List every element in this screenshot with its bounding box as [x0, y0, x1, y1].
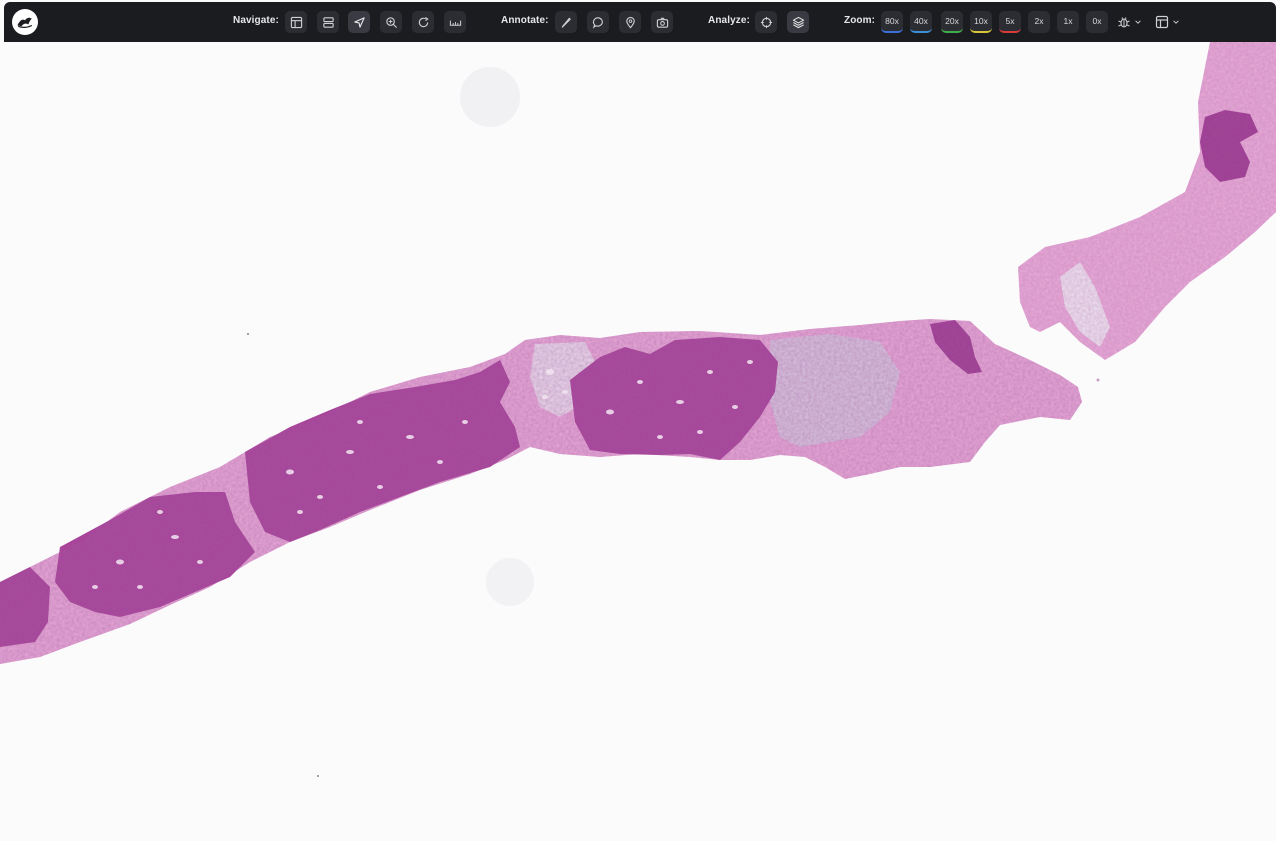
debug-dropdown[interactable]: [1117, 11, 1142, 33]
crosshair-button[interactable]: [755, 11, 777, 33]
comment-icon: [592, 16, 603, 29]
zoom-in-icon: [385, 16, 397, 28]
zoom-0x-button[interactable]: 0x: [1086, 11, 1108, 33]
chevron-down-icon: [1135, 20, 1141, 24]
layers-button[interactable]: [787, 11, 809, 33]
rotate-button[interactable]: [412, 11, 434, 33]
rows-icon: [322, 16, 334, 28]
zoom-80x-button[interactable]: 80x: [881, 11, 903, 33]
chevron-down-icon: [1173, 20, 1179, 24]
pointer-icon: [353, 16, 365, 28]
logo-icon: [17, 17, 33, 29]
ruler-button[interactable]: [444, 11, 466, 33]
pointer-button[interactable]: [348, 11, 370, 33]
slide-speck: [317, 775, 319, 777]
annotate-label: Annotate:: [501, 15, 549, 26]
tissue-texture: [0, 319, 1082, 664]
crosshair-icon: [760, 16, 772, 28]
camera-icon: [656, 17, 668, 28]
layers-icon: [792, 16, 804, 28]
zoom-20x-button[interactable]: 20x: [941, 11, 963, 33]
panel-layout-icon: [1155, 15, 1169, 29]
pen-icon: [561, 17, 571, 28]
panel-layout-dropdown[interactable]: [1155, 11, 1180, 33]
slide-smudge: [460, 67, 520, 127]
slide-viewer[interactable]: [0, 42, 1276, 836]
ruler-icon: [449, 20, 461, 26]
zoom-in-button[interactable]: [380, 11, 402, 33]
pin-button[interactable]: [619, 11, 641, 33]
slide-canvas[interactable]: [0, 42, 1276, 836]
rotate-icon: [418, 16, 429, 27]
analyze-label: Analyze:: [708, 15, 750, 26]
zoom-label: Zoom:: [844, 15, 876, 26]
rows-button[interactable]: [317, 11, 339, 33]
slide-speck: [247, 333, 249, 335]
zoom-2x-button[interactable]: 2x: [1028, 11, 1050, 33]
slide-smudge: [486, 558, 534, 606]
layout-button[interactable]: [285, 11, 307, 33]
bug-icon: [1118, 17, 1130, 28]
slide-speck: [1096, 378, 1100, 382]
top-toolbar: Navigate: Annotate: Analyze: Zoom: 80x 4…: [4, 2, 1276, 42]
app-logo[interactable]: [12, 9, 38, 35]
layout-icon: [290, 16, 302, 28]
zoom-5x-button[interactable]: 5x: [999, 11, 1021, 33]
tissue-texture: [1018, 42, 1276, 360]
navigate-label: Navigate:: [233, 15, 279, 26]
camera-button[interactable]: [651, 11, 673, 33]
zoom-1x-button[interactable]: 1x: [1057, 11, 1079, 33]
zoom-40x-button[interactable]: 40x: [910, 11, 932, 33]
comment-button[interactable]: [587, 11, 609, 33]
pin-icon: [625, 16, 635, 28]
pen-button[interactable]: [555, 11, 577, 33]
zoom-10x-button[interactable]: 10x: [970, 11, 992, 33]
